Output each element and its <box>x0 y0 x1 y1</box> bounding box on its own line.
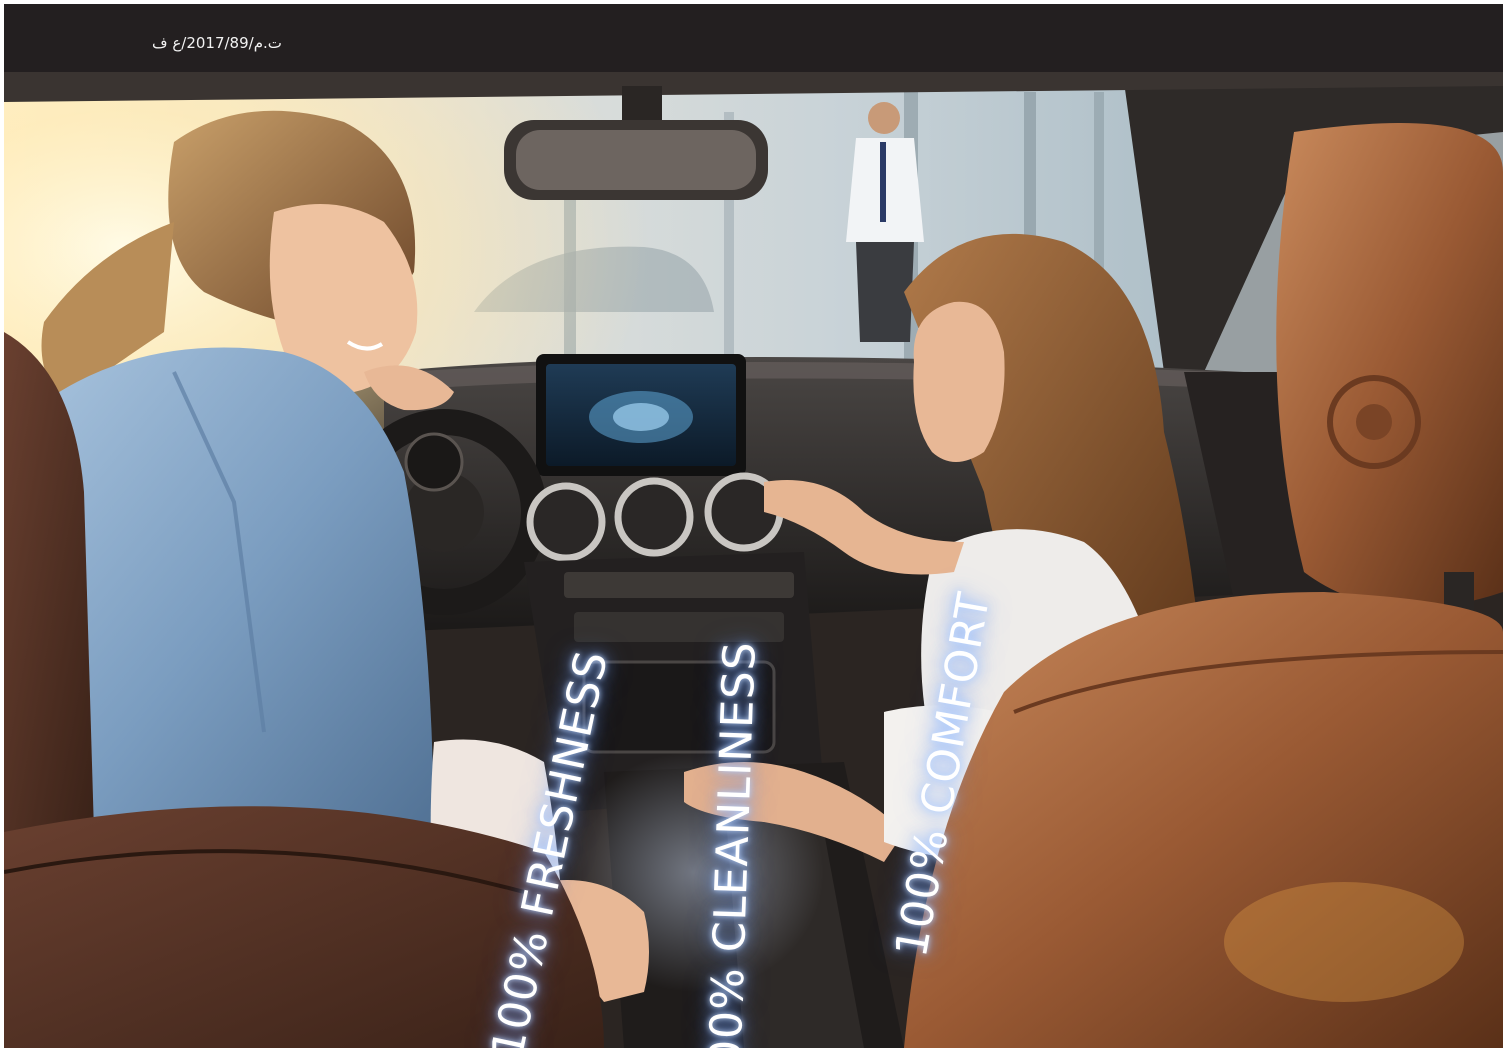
ad-frame: ت.م/2017/89/ع ف 100% FRESHNESS 100% CLEA… <box>4 4 1503 1048</box>
header-bar: ت.م/2017/89/ع ف <box>4 4 1503 72</box>
car-interior-photo: 100% FRESHNESS 100% CLEANLINESS 100% COM… <box>4 72 1503 1048</box>
ad-page: ت.م/2017/89/ع ف 100% FRESHNESS 100% CLEA… <box>0 0 1507 1052</box>
reference-code: ت.م/2017/89/ع ف <box>152 34 282 52</box>
